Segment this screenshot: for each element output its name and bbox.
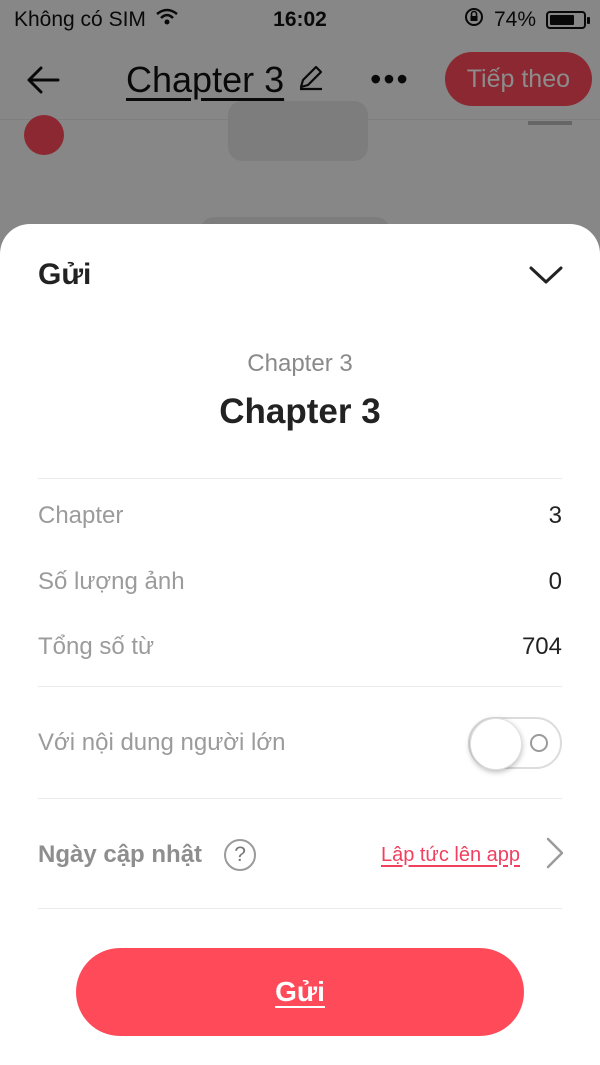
divider bbox=[38, 798, 562, 799]
info-row-word-count: Tổng số từ 704 bbox=[38, 627, 562, 667]
chapter-subtitle: Chapter 3 bbox=[247, 350, 353, 377]
update-date-link[interactable]: Lập tức lên app bbox=[381, 844, 520, 867]
chevron-right-icon[interactable] bbox=[546, 837, 564, 874]
info-label: Số lượng ảnh bbox=[38, 568, 185, 595]
send-button[interactable]: Gửi bbox=[76, 948, 524, 1036]
info-row-chapter: Chapter 3 bbox=[38, 496, 562, 536]
toggle-knob[interactable] bbox=[470, 718, 522, 770]
info-value: 0 bbox=[548, 568, 562, 595]
toggle-off-indicator-icon bbox=[530, 734, 548, 752]
divider bbox=[38, 478, 562, 479]
sheet-header: Gửi bbox=[38, 250, 566, 300]
adult-content-label: Với nội dung người lớn bbox=[38, 729, 286, 756]
update-date-row[interactable]: Ngày cập nhật ? Lập tức lên app bbox=[38, 830, 564, 880]
divider bbox=[38, 686, 562, 687]
update-date-left: Ngày cập nhật ? bbox=[38, 839, 257, 871]
update-date-label: Ngày cập nhật bbox=[38, 841, 203, 868]
adult-content-row: Với nội dung người lớn bbox=[38, 717, 562, 770]
sheet-title: Gửi bbox=[38, 258, 92, 291]
info-label: Chapter bbox=[38, 502, 124, 529]
adult-content-toggle[interactable] bbox=[468, 717, 562, 770]
chapter-title: Chapter 3 bbox=[219, 392, 381, 431]
update-date-right[interactable]: Lập tức lên app bbox=[381, 837, 564, 874]
send-bottom-sheet: Gửi Chapter 3 Chapter 3 Chapter 3 Số lượ… bbox=[0, 224, 600, 1065]
help-icon[interactable]: ? bbox=[224, 839, 257, 871]
info-label: Tổng số từ bbox=[38, 633, 155, 660]
info-value: 704 bbox=[521, 633, 562, 660]
info-row-image-count: Số lượng ảnh 0 bbox=[38, 562, 562, 602]
info-value: 3 bbox=[548, 502, 562, 529]
divider bbox=[38, 908, 562, 909]
chevron-down-icon[interactable] bbox=[526, 255, 566, 295]
